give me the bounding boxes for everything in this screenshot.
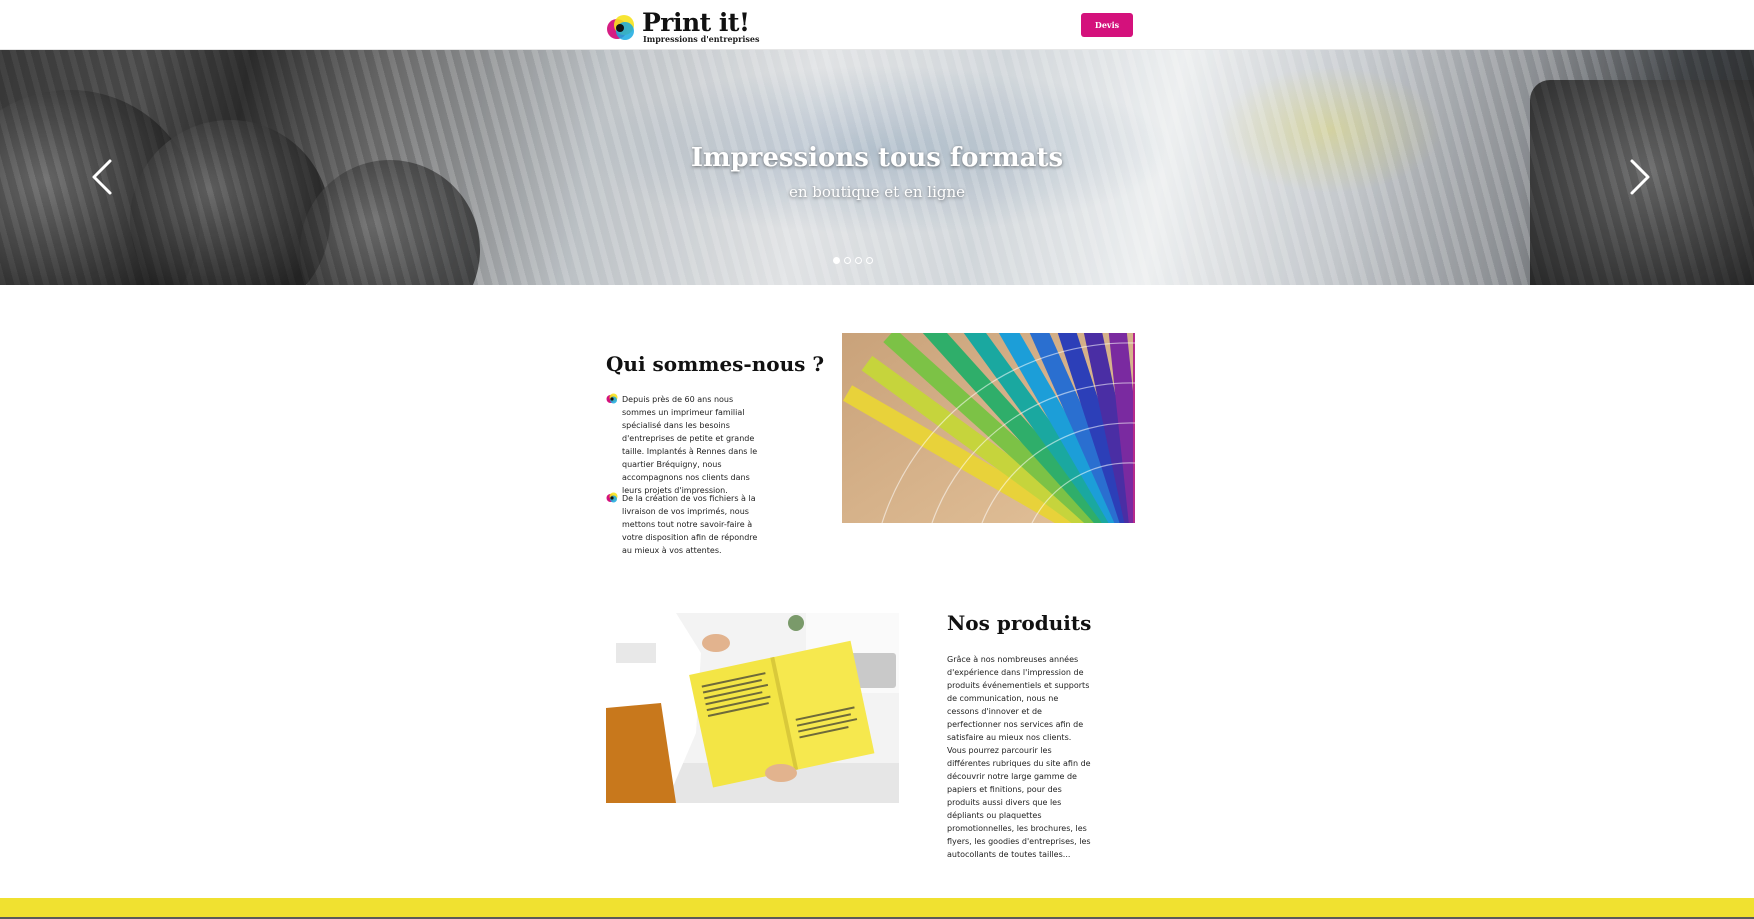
products-heading: Nos produits — [947, 611, 1092, 635]
cmyk-circles-icon — [606, 393, 618, 404]
footer-bar — [0, 898, 1754, 919]
carousel-dots — [833, 257, 873, 264]
cmyk-circles-icon — [606, 492, 618, 503]
carousel-dot[interactable] — [844, 257, 851, 264]
hero-subtitle: en boutique et en ligne — [788, 183, 966, 201]
about-bullet-item: Depuis près de 60 ans nous sommes un imp… — [606, 393, 766, 495]
about-bullet-item: De la création de vos fichiers à la livr… — [606, 492, 766, 562]
logo-title: Print it! — [642, 8, 750, 37]
about-paragraph: De la création de vos fichiers à la livr… — [622, 494, 758, 555]
carousel-dot[interactable] — [855, 257, 862, 264]
hero-title: Impressions tous formats — [690, 143, 1064, 173]
color-swatch-fan — [842, 333, 1135, 523]
cmyk-circles-icon — [607, 15, 634, 40]
carousel-dot[interactable] — [866, 257, 873, 264]
logo[interactable]: Print it! Impressions d'entreprises — [605, 8, 760, 46]
chevron-left-icon[interactable] — [88, 157, 118, 197]
hero-carousel: Impressions tous formats en boutique et … — [0, 50, 1754, 285]
magazine-photo — [606, 613, 899, 803]
products-paragraph: Grâce à nos nombreuses années d'expérien… — [947, 655, 1091, 859]
chevron-right-icon[interactable] — [1624, 157, 1654, 197]
about-paragraph: Depuis près de 60 ans nous sommes un imp… — [622, 395, 758, 495]
carousel-dot[interactable] — [833, 257, 840, 264]
magazine-image — [606, 613, 899, 803]
color-swatch-image — [842, 333, 1135, 523]
devis-button[interactable]: Devis — [1081, 13, 1133, 37]
logo-subtitle: Impressions d'entreprises — [643, 34, 760, 44]
site-header: Print it! Impressions d'entreprises Devi… — [0, 0, 1754, 50]
about-heading: Qui sommes-nous ? — [606, 352, 825, 376]
